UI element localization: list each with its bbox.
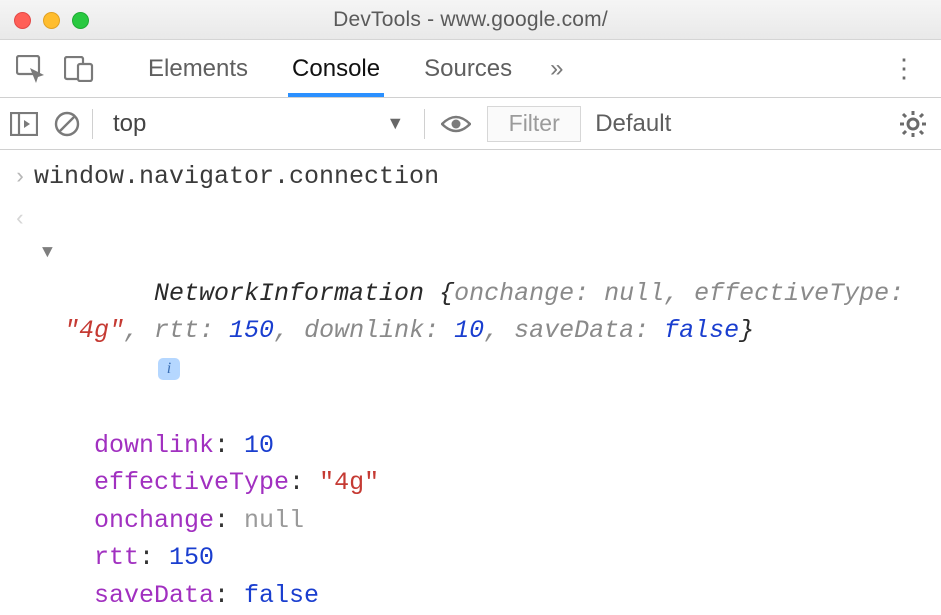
filter-placeholder: Filter	[509, 110, 560, 137]
console-input-row: › window.navigator.connection	[0, 156, 941, 198]
inspect-element-icon[interactable]	[14, 52, 48, 86]
close-window-button[interactable]	[14, 12, 31, 29]
console-output-row: ‹ ▼ NetworkInformation {onchange: null, …	[0, 198, 941, 427]
object-properties: downlink: 10 effectiveType: "4g" onchang…	[0, 427, 941, 615]
object-summary[interactable]: ▼ NetworkInformation {onchange: null, ef…	[34, 200, 933, 425]
console-toolbar: top ▼ Filter Default	[0, 98, 941, 150]
console-body: › window.navigator.connection ‹ ▼ Networ…	[0, 150, 941, 615]
context-selector[interactable]: top ▼	[105, 108, 412, 140]
prop-rtt[interactable]: rtt: 150	[94, 539, 941, 577]
filter-input[interactable]: Filter	[487, 106, 581, 142]
device-toolbar-icon[interactable]	[62, 52, 96, 86]
info-badge-icon[interactable]: i	[158, 358, 180, 380]
tab-sources[interactable]: Sources	[420, 40, 516, 97]
titlebar: DevTools - www.google.com/	[0, 0, 941, 40]
panel-tabbar: Elements Console Sources » ⋮	[0, 40, 941, 98]
summary-savedata: false	[664, 316, 739, 345]
minimize-window-button[interactable]	[43, 12, 60, 29]
summary-effectivetype: "4g"	[64, 316, 124, 345]
prop-downlink[interactable]: downlink: 10	[94, 427, 941, 465]
prop-effectivetype[interactable]: effectiveType: "4g"	[94, 464, 941, 502]
console-input-text[interactable]: window.navigator.connection	[34, 158, 933, 196]
log-level-selector[interactable]: Default	[595, 110, 671, 138]
summary-rtt: 150	[229, 316, 274, 345]
chevron-down-icon: ▼	[386, 113, 404, 134]
console-settings-icon[interactable]	[899, 110, 927, 138]
toggle-drawer-icon[interactable]	[10, 112, 38, 136]
context-label: top	[113, 110, 146, 138]
tab-console[interactable]: Console	[288, 40, 384, 97]
output-marker-icon: ‹	[6, 200, 34, 236]
clear-console-icon[interactable]	[54, 111, 80, 137]
tab-elements[interactable]: Elements	[144, 40, 252, 97]
more-tabs-icon[interactable]: »	[550, 55, 563, 83]
summary-onchange: null	[604, 279, 664, 308]
window-title: DevTools - www.google.com/	[333, 8, 608, 32]
panel-tabs: Elements Console Sources	[144, 40, 516, 97]
summary-downlink: 10	[454, 316, 484, 345]
expand-object-icon[interactable]: ▼	[42, 240, 53, 267]
prop-savedata[interactable]: saveData: false	[94, 577, 941, 615]
input-marker-icon: ›	[6, 158, 34, 194]
settings-menu-icon[interactable]: ⋮	[883, 53, 927, 84]
zoom-window-button[interactable]	[72, 12, 89, 29]
log-level-label: Default	[595, 110, 671, 137]
live-expression-icon[interactable]	[441, 114, 471, 134]
object-class: NetworkInformation	[154, 279, 424, 308]
window-controls	[14, 12, 89, 29]
prop-onchange[interactable]: onchange: null	[94, 502, 941, 540]
